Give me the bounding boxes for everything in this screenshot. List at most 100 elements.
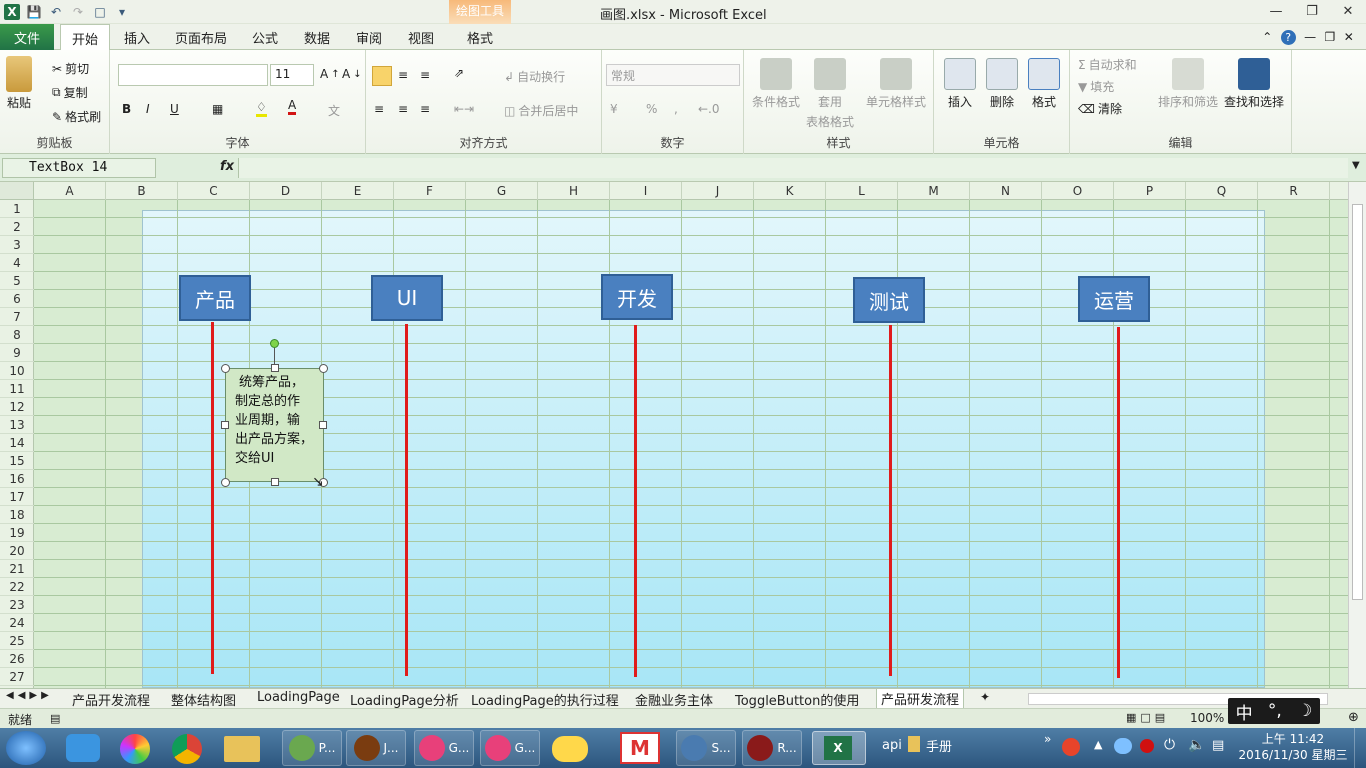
chat-app-icon[interactable] — [552, 736, 588, 762]
row-header[interactable]: 16 — [0, 470, 34, 488]
row-header[interactable]: 11 — [0, 380, 34, 398]
tray-volume-icon[interactable]: 🔈 — [1188, 737, 1205, 753]
percent-button[interactable]: % — [646, 102, 657, 116]
app-pinned-icon[interactable] — [66, 734, 100, 762]
row-header[interactable]: 13 — [0, 416, 34, 434]
row-header[interactable]: 5 — [0, 272, 34, 290]
format-painter-button[interactable]: ✎ 格式刷 — [52, 108, 101, 125]
lane-header[interactable]: 运营 — [1078, 276, 1150, 322]
column-header-o[interactable]: O — [1042, 182, 1114, 200]
ime-toolbar[interactable]: 中 °, ☽ — [1228, 698, 1320, 724]
row-header[interactable]: 2 — [0, 218, 34, 236]
row-header[interactable]: 19 — [0, 524, 34, 542]
lane-timeline[interactable] — [405, 324, 408, 676]
tab-formulas[interactable]: 公式 — [244, 24, 286, 50]
column-header-a[interactable]: A — [34, 182, 106, 200]
column-header-g[interactable]: G — [466, 182, 538, 200]
column-header-j[interactable]: J — [682, 182, 754, 200]
delete-cells-button[interactable]: 删除 — [986, 58, 1018, 110]
top-align-icon[interactable] — [372, 66, 392, 86]
restore-icon[interactable]: ❐ — [1294, 0, 1330, 22]
row-header[interactable]: 12 — [0, 398, 34, 416]
sheet-tab[interactable]: 金融业务主体 — [635, 690, 713, 709]
row-header[interactable]: 17 — [0, 488, 34, 506]
clear-button[interactable]: ⌫ 清除 — [1078, 100, 1122, 117]
fill-button[interactable]: ▼ 填充 — [1078, 78, 1114, 95]
zoom-level[interactable]: 100% — [1190, 711, 1224, 725]
resize-handle-bottom[interactable] — [271, 478, 279, 486]
doc-restore-icon[interactable]: ❐ — [1325, 30, 1336, 44]
customize-qat-icon[interactable]: ▾ — [114, 4, 130, 20]
decimal-icon[interactable]: ←.0 — [698, 102, 720, 116]
wrap-text-button[interactable]: ↲ 自动换行 — [504, 68, 565, 85]
column-header-r[interactable]: R — [1258, 182, 1330, 200]
taskbar-app-button[interactable]: S... — [676, 730, 736, 766]
column-header-l[interactable]: L — [826, 182, 898, 200]
scroll-thumb[interactable] — [1352, 204, 1363, 600]
phonetic-icon[interactable]: 文 — [328, 102, 340, 119]
column-header-b[interactable]: B — [106, 182, 178, 200]
tab-home[interactable]: 开始 — [60, 24, 110, 51]
tab-format[interactable]: 格式 — [456, 24, 504, 50]
print-preview-icon[interactable]: □ — [92, 4, 108, 20]
row-header[interactable]: 21 — [0, 560, 34, 578]
help-icon[interactable]: ? — [1280, 29, 1296, 45]
format-as-table-button[interactable]: 套用 表格格式 — [806, 58, 854, 130]
lane-timeline[interactable] — [634, 325, 637, 677]
tray-folder-label[interactable]: 手册 — [926, 736, 952, 755]
start-orb-icon[interactable] — [6, 731, 46, 765]
row-header[interactable]: 15 — [0, 452, 34, 470]
vertical-scrollbar[interactable] — [1348, 182, 1366, 688]
taskbar-app-button[interactable]: G... — [414, 730, 474, 766]
merge-center-button[interactable]: ◫ 合并后居中 — [504, 102, 578, 119]
sort-filter-button[interactable]: 排序和筛选 — [1158, 58, 1218, 110]
row-header[interactable]: 27 — [0, 668, 34, 686]
selected-textbox[interactable]: 统筹产品， 制定总的作 业周期，输 出产品方案， 交给UI — [225, 368, 324, 482]
tray-power-icon[interactable]: ⏻ — [1164, 737, 1175, 753]
lane-header[interactable]: UI — [371, 275, 443, 321]
row-header[interactable]: 6 — [0, 290, 34, 308]
insert-sheet-icon[interactable]: ✦ — [980, 690, 990, 704]
autosum-button[interactable]: Σ 自动求和 — [1078, 56, 1137, 73]
tab-review[interactable]: 审阅 — [348, 24, 390, 50]
resize-handle-right[interactable] — [319, 421, 327, 429]
cut-button[interactable]: ✂ 剪切 — [52, 60, 89, 77]
column-header-d[interactable]: D — [250, 182, 322, 200]
align-left-icon[interactable]: ≡ — [374, 102, 384, 116]
column-header-h[interactable]: H — [538, 182, 610, 200]
insert-function-button[interactable]: fx — [220, 159, 234, 174]
tab-insert[interactable]: 插入 — [116, 24, 158, 50]
sheet-tab[interactable]: LoadingPage的执行过程 — [471, 690, 619, 709]
undo-icon[interactable]: ↶ — [48, 4, 64, 20]
view-mode-icons[interactable]: ▦□▤ — [1126, 711, 1169, 724]
column-header-c[interactable]: C — [178, 182, 250, 200]
tray-app-icon[interactable] — [1062, 738, 1080, 756]
row-header[interactable]: 7 — [0, 308, 34, 326]
insert-cells-button[interactable]: 插入 — [944, 58, 976, 110]
tray-overflow-icon[interactable]: ▲ — [1094, 738, 1102, 751]
tab-file[interactable]: 文件 — [0, 24, 54, 50]
conditional-format-button[interactable]: 条件格式 — [752, 58, 800, 110]
resize-handle-tl[interactable] — [221, 364, 230, 373]
cell-styles-button[interactable]: 单元格样式 — [866, 58, 926, 110]
paste-button[interactable]: 粘贴 — [6, 56, 32, 111]
sheet-tab[interactable]: 产品开发流程 — [72, 690, 150, 709]
bottom-align-icon[interactable]: ≡ — [420, 68, 430, 82]
row-header[interactable]: 14 — [0, 434, 34, 452]
sheet-tab[interactable]: ToggleButton的使用 — [735, 690, 859, 709]
sheet-tab[interactable]: 整体结构图 — [171, 690, 236, 709]
underline-button[interactable]: U — [170, 102, 179, 116]
column-header-i[interactable]: I — [610, 182, 682, 200]
row-header[interactable]: 22 — [0, 578, 34, 596]
photos-icon[interactable] — [120, 734, 150, 764]
row-header[interactable]: 3 — [0, 236, 34, 254]
grow-font-button[interactable]: A ↑ — [320, 67, 340, 81]
middle-align-icon[interactable]: ≡ — [398, 68, 408, 82]
row-header[interactable]: 23 — [0, 596, 34, 614]
sheet-tab[interactable]: LoadingPage — [257, 690, 340, 705]
resize-handle-tr[interactable] — [319, 364, 328, 373]
zoom-in-icon[interactable]: ⊕ — [1348, 710, 1359, 725]
chrome-icon[interactable] — [172, 734, 202, 764]
mail-app-icon[interactable]: M — [620, 732, 660, 764]
column-header-k[interactable]: K — [754, 182, 826, 200]
